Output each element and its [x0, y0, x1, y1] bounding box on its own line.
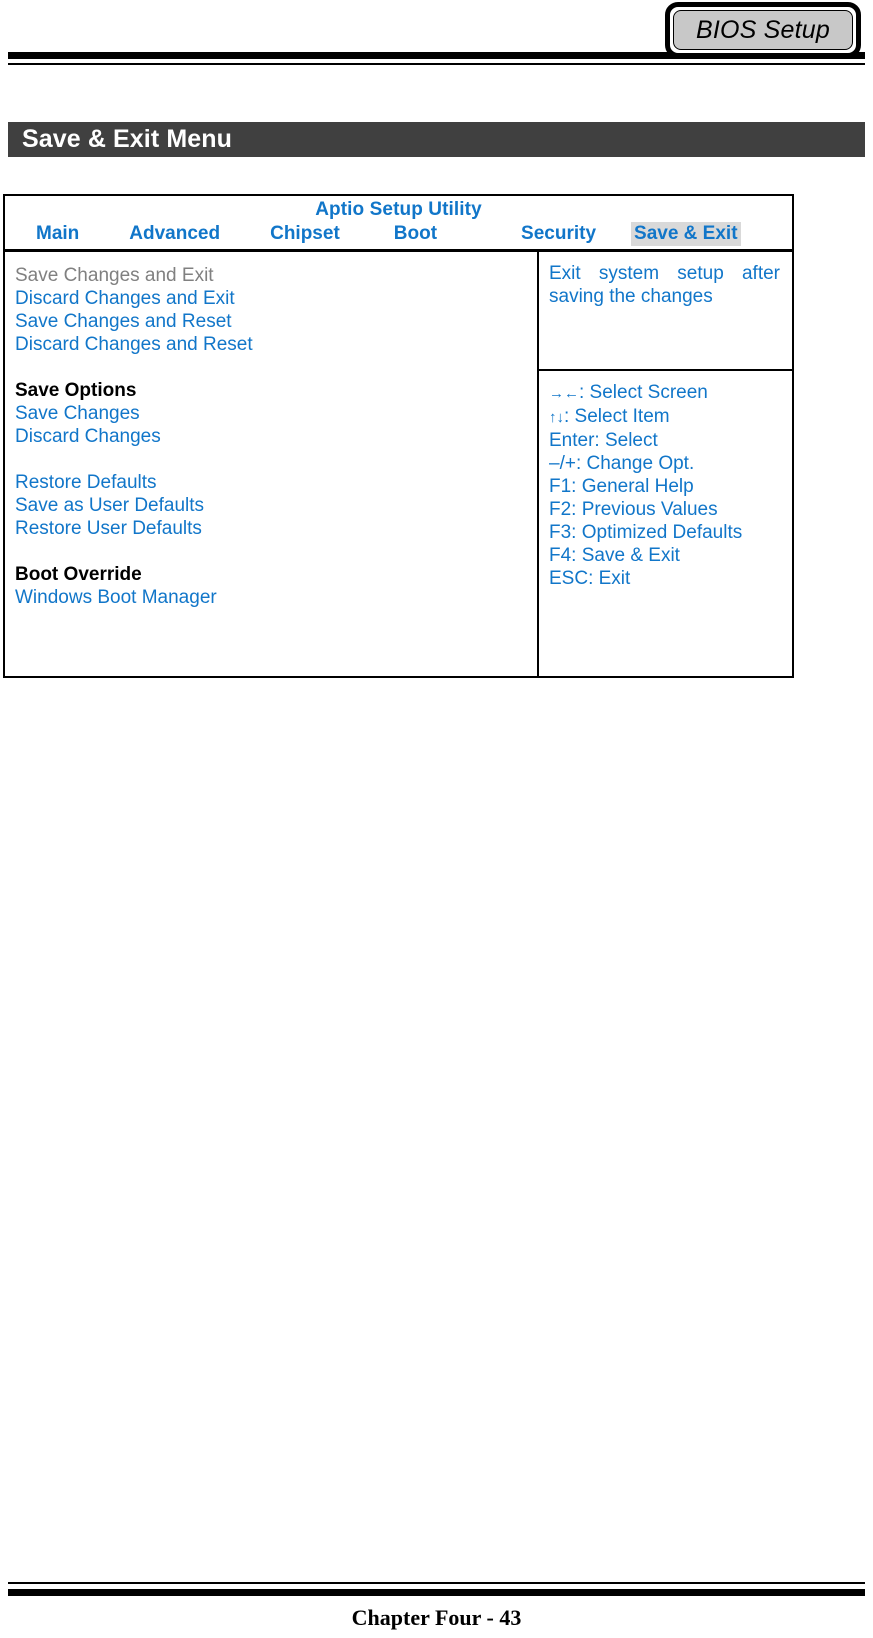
bios-help-box: Exit system setup after saving the chang… [539, 252, 792, 371]
menu-spacer [15, 448, 537, 471]
menu-item-restore-defaults[interactable]: Restore Defaults [15, 471, 537, 494]
menu-spacer [15, 356, 537, 379]
key-glyph-icon: →← [549, 385, 579, 402]
bios-tab-bar: Main Advanced Chipset Boot Security Save & Ex… [5, 222, 792, 248]
bios-tab-main[interactable]: Main [33, 222, 82, 246]
bios-tab-chipset[interactable]: Chipset [267, 222, 343, 246]
bios-help-text: Exit system setup after saving the chang… [549, 263, 780, 307]
key-hint-esc-exit: ESC: Exit [549, 568, 631, 589]
key-hint-f2-previous-values: F2: Previous Values [549, 499, 718, 520]
menu-item-restore-user-defaults[interactable]: Restore User Defaults [15, 517, 537, 540]
key-glyph-icon: ↑↓ [549, 409, 564, 426]
key-hint-f4-save-exit: F4: Save & Exit [549, 545, 680, 566]
menu-item-discard-changes[interactable]: Discard Changes [15, 425, 537, 448]
menu-group-save-options: Save Options [15, 380, 137, 401]
key-hint-f1-general-help: F1: General Help [549, 476, 694, 497]
key-hint-enter-select: Enter: Select [549, 430, 658, 451]
footer-rule-thick [8, 1589, 865, 1596]
menu-item-windows-boot-manager[interactable]: Windows Boot Manager [15, 586, 537, 609]
bios-tab-advanced[interactable]: Advanced [126, 222, 223, 246]
menu-item-discard-changes-and-reset[interactable]: Discard Changes and Reset [15, 333, 537, 356]
key-hint-select-item: ↑↓: Select Item [549, 405, 780, 429]
bios-utility-title: Aptio Setup Utility [315, 199, 482, 220]
footer-rule-thin [8, 1582, 865, 1584]
key-hint-label: : Select Screen [579, 382, 708, 403]
key-hint-select-screen: →←: Select Screen [549, 381, 780, 405]
bios-tab-security[interactable]: Security [518, 222, 599, 246]
bios-setup-badge-inner: BIOS Setup [673, 10, 853, 50]
bios-header: Aptio Setup Utility Main Advanced Chipset B… [5, 196, 792, 252]
menu-group-boot-override: Boot Override [15, 564, 142, 585]
bios-setup-badge: BIOS Setup [665, 2, 861, 58]
menu-item-discard-changes-and-exit[interactable]: Discard Changes and Exit [15, 287, 537, 310]
header-rule-thin [8, 63, 865, 65]
bios-key-legend: →←: Select Screen ↑↓: Select Item Enter: S… [539, 371, 792, 590]
bios-tab-boot[interactable]: Boot [391, 222, 440, 246]
bios-setup-badge-label: BIOS Setup [695, 15, 831, 44]
key-hint-f3-optimized-defaults: F3: Optimized Defaults [549, 522, 743, 543]
page-title: Save & Exit Menu [22, 125, 232, 153]
menu-item-save-changes-and-reset[interactable]: Save Changes and Reset [15, 310, 537, 333]
page-header: BIOS Setup [0, 0, 873, 80]
bios-setup-screen: Aptio Setup Utility Main Advanced Chipset B… [3, 194, 794, 678]
menu-item-save-as-user-defaults[interactable]: Save as User Defaults [15, 494, 537, 517]
key-hint-change-opt: –/+: Change Opt. [549, 453, 695, 474]
menu-item-save-changes[interactable]: Save Changes [15, 402, 537, 425]
section-header-bar: Save & Exit Menu [8, 122, 865, 157]
bios-tab-save-exit[interactable]: Save & Exit [631, 222, 741, 246]
menu-spacer [15, 540, 537, 563]
bios-menu-panel: Save Changes and Exit Discard Changes and… [5, 252, 539, 676]
key-hint-label: : Select Item [564, 406, 670, 427]
bios-info-panel: Exit system setup after saving the chang… [539, 252, 792, 676]
footer-page-label: Chapter Four - 43 [351, 1605, 522, 1630]
menu-item-save-changes-and-exit[interactable]: Save Changes and Exit [15, 264, 537, 287]
bios-body: Save Changes and Exit Discard Changes and… [5, 252, 792, 676]
